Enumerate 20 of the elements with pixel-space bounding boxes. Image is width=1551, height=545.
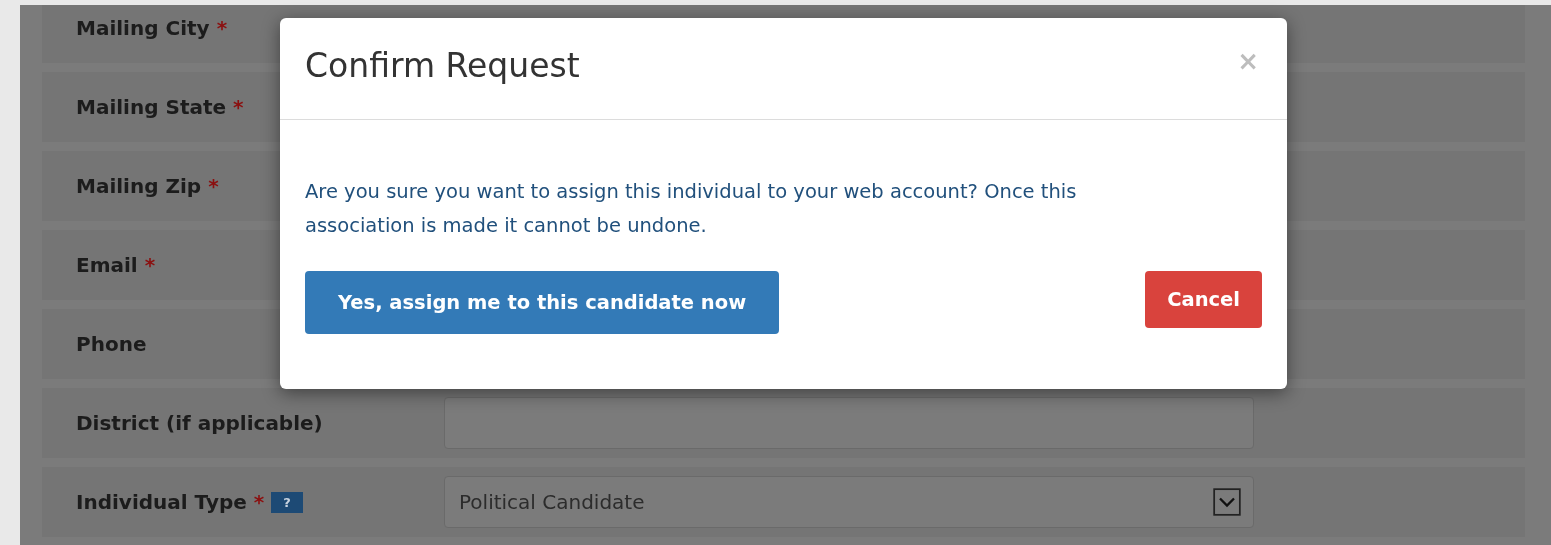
field-label: Email (76, 253, 138, 277)
required-marker: * (208, 174, 219, 198)
confirm-button[interactable]: Yes, assign me to this candidate now (305, 271, 780, 334)
required-marker: * (216, 16, 228, 40)
field-label: District (if applicable) (76, 411, 323, 435)
dialog-message: Are you sure you want to assign this individual to your web account? Once this association is made it cannot be undone. (305, 179, 1078, 239)
input-field[interactable] (444, 397, 1254, 449)
field-label: Mailing City (76, 16, 210, 40)
cancel-button[interactable]: Cancel (1145, 271, 1262, 328)
field-label: Mailing Zip (76, 174, 202, 198)
chevron-down-icon (1213, 488, 1241, 516)
required-marker: * (253, 490, 265, 514)
dialog-title: Confirm Request (305, 46, 580, 85)
dropdown-field[interactable]: Political Candidate (444, 476, 1254, 528)
help-badge[interactable]: ? (271, 491, 303, 513)
field-label: Individual Type (76, 490, 247, 514)
field-label: Mailing State (76, 95, 227, 119)
required-marker: * (144, 253, 156, 277)
required-marker: * (233, 95, 244, 119)
field-label: Phone (76, 332, 147, 356)
